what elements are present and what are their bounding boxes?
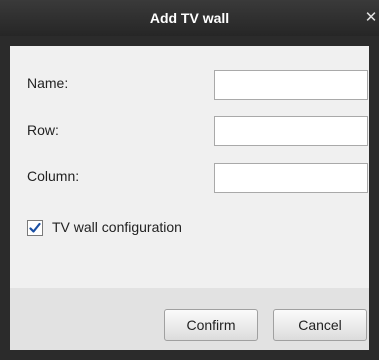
dialog-body: Name: Row: Column: TV wall configuration <box>10 46 369 288</box>
cancel-button[interactable]: Cancel <box>273 309 367 341</box>
name-label: Name: <box>27 75 69 91</box>
column-label: Column: <box>27 168 80 184</box>
confirm-button[interactable]: Confirm <box>164 309 258 341</box>
dialog-footer: Confirm Cancel <box>10 288 369 350</box>
tv-wall-configuration-checkbox[interactable] <box>27 220 43 236</box>
checkmark-icon <box>29 222 41 233</box>
row-label: Row: <box>27 122 59 138</box>
dialog-title: Add TV wall <box>149 10 230 26</box>
dialog-titlebar: Add TV wall ✕ <box>0 0 379 36</box>
row-input[interactable] <box>214 116 368 146</box>
name-input[interactable] <box>214 70 368 100</box>
column-input[interactable] <box>214 163 368 193</box>
add-tv-wall-dialog: Add TV wall ✕ Name: Row: Column: TV wall… <box>0 0 379 360</box>
close-icon[interactable]: ✕ <box>363 8 379 28</box>
tv-wall-configuration-label: TV wall configuration <box>52 219 182 235</box>
